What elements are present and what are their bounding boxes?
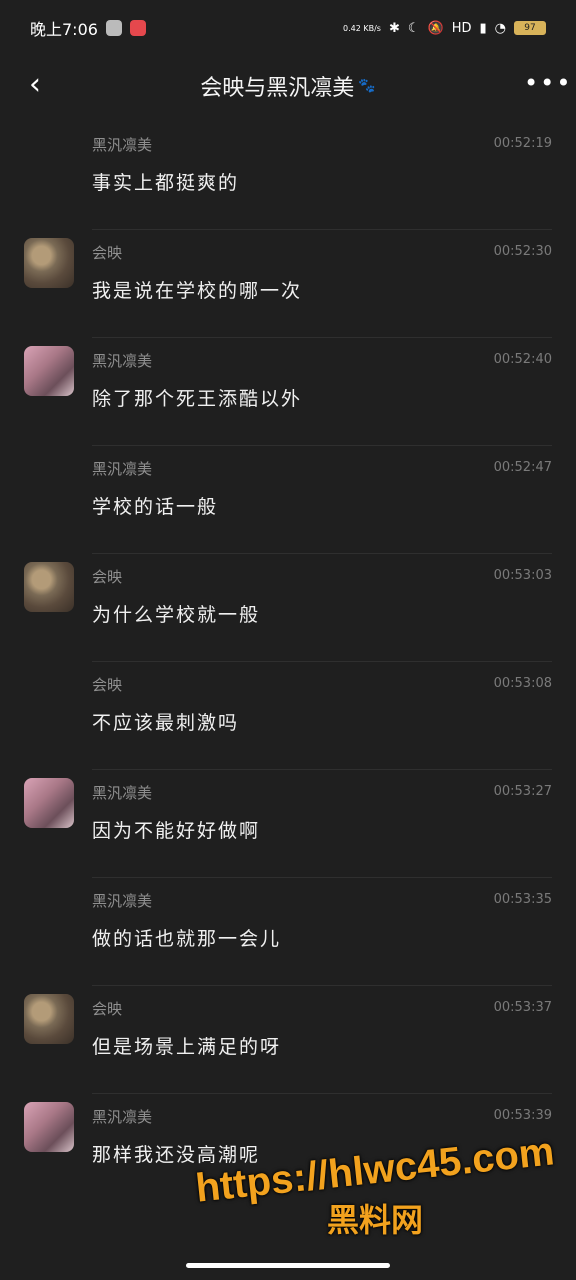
message-text[interactable]: 事实上都挺爽的 <box>92 168 239 195</box>
message-text[interactable]: 做的话也就那一会儿 <box>92 924 281 951</box>
message-row: 会映 00:53:37 但是场景上满足的呀 <box>0 986 576 1094</box>
back-button[interactable]: ‹ <box>18 68 52 102</box>
message-list: 黑汎凛美 00:52:19 事实上都挺爽的 会映 00:52:30 我是说在学校… <box>0 122 576 1202</box>
signal-icon: ▮ <box>479 20 487 36</box>
status-bar: 晚上7:06 0.42 KB/s ✱ ☾ 🔕 HD ▮ ◔ 97 <box>0 0 576 56</box>
app-notification-icon-2 <box>129 20 146 36</box>
bluetooth-icon: ✱ <box>388 20 400 36</box>
message-time: 00:52:19 <box>493 136 552 151</box>
message-time: 00:53:37 <box>493 1000 552 1015</box>
message-time: 00:53:35 <box>493 892 552 907</box>
sender-name: 黑汎凛美 <box>92 892 153 910</box>
network-label: HD <box>451 20 472 36</box>
message-text[interactable]: 我是说在学校的哪一次 <box>92 276 302 303</box>
avatar[interactable] <box>24 1102 74 1152</box>
mute-icon: 🔕 <box>427 20 444 36</box>
sender-name: 黑汎凛美 <box>92 784 153 802</box>
more-options-button[interactable]: ••• <box>524 68 570 102</box>
message-time: 00:53:39 <box>493 1108 552 1123</box>
chat-title-text: 会映与黑汎凛美 <box>200 76 355 101</box>
message-time: 00:52:30 <box>493 244 552 259</box>
wifi-icon: ◔ <box>494 20 506 36</box>
avatar[interactable] <box>24 238 74 288</box>
message-row: 黑汎凛美 00:52:19 事实上都挺爽的 <box>0 122 576 230</box>
message-row: 会映 00:53:03 为什么学校就一般 <box>0 554 576 662</box>
message-row: 黑汎凛美 00:53:27 因为不能好好做啊 <box>0 770 576 878</box>
sender-name: 会映 <box>92 568 123 586</box>
status-left: 晚上7:06 <box>30 16 146 40</box>
avatar[interactable] <box>24 562 74 612</box>
home-indicator[interactable] <box>186 1263 390 1268</box>
watermark: https://hlwc45.com 黑料网 <box>190 1129 560 1241</box>
message-time: 00:53:27 <box>493 784 552 799</box>
avatar[interactable] <box>24 778 74 828</box>
message-text[interactable]: 不应该最刺激吗 <box>92 708 239 735</box>
chat-header: ‹ 会映与黑汎凛美 🐾 ••• <box>0 56 576 116</box>
message-row: 黑汎凛美 00:53:35 做的话也就那一会儿 <box>0 878 576 986</box>
paw-icon: 🐾 <box>358 78 376 94</box>
message-text[interactable]: 学校的话一般 <box>92 492 218 519</box>
avatar[interactable] <box>24 994 74 1044</box>
net-speed: 0.42 KB/s <box>343 23 381 33</box>
avatar[interactable] <box>24 346 74 396</box>
message-time: 00:52:47 <box>493 460 552 475</box>
message-text[interactable]: 因为不能好好做啊 <box>92 816 260 843</box>
sender-name: 会映 <box>92 1000 123 1018</box>
message-time: 00:53:03 <box>493 568 552 583</box>
message-time: 00:52:40 <box>493 352 552 367</box>
message-row: 黑汎凛美 00:52:40 除了那个死王添酷以外 <box>0 338 576 446</box>
message-row: 黑汎凛美 00:52:47 学校的话一般 <box>0 446 576 554</box>
sender-name: 黑汎凛美 <box>92 136 153 154</box>
message-row: 会映 00:52:30 我是说在学校的哪一次 <box>0 230 576 338</box>
app-notification-icon <box>105 20 122 36</box>
sender-name: 黑汎凛美 <box>92 352 153 370</box>
message-text[interactable]: 为什么学校就一般 <box>92 600 260 627</box>
chat-title: 会映与黑汎凛美 🐾 <box>200 70 375 102</box>
moon-icon: ☾ <box>407 20 420 36</box>
sender-name: 会映 <box>92 676 123 694</box>
message-row: 会映 00:53:08 不应该最刺激吗 <box>0 662 576 770</box>
message-time: 00:53:08 <box>493 676 552 691</box>
message-text[interactable]: 但是场景上满足的呀 <box>92 1032 281 1059</box>
status-right: 0.42 KB/s ✱ ☾ 🔕 HD ▮ ◔ 97 <box>343 21 546 36</box>
sender-name: 会映 <box>92 244 123 262</box>
sender-name: 黑汎凛美 <box>92 460 153 478</box>
message-text[interactable]: 除了那个死王添酷以外 <box>92 384 302 411</box>
sender-name: 黑汎凛美 <box>92 1108 153 1126</box>
clock: 晚上7:06 <box>30 20 98 39</box>
battery-icon: 97 <box>514 21 546 35</box>
